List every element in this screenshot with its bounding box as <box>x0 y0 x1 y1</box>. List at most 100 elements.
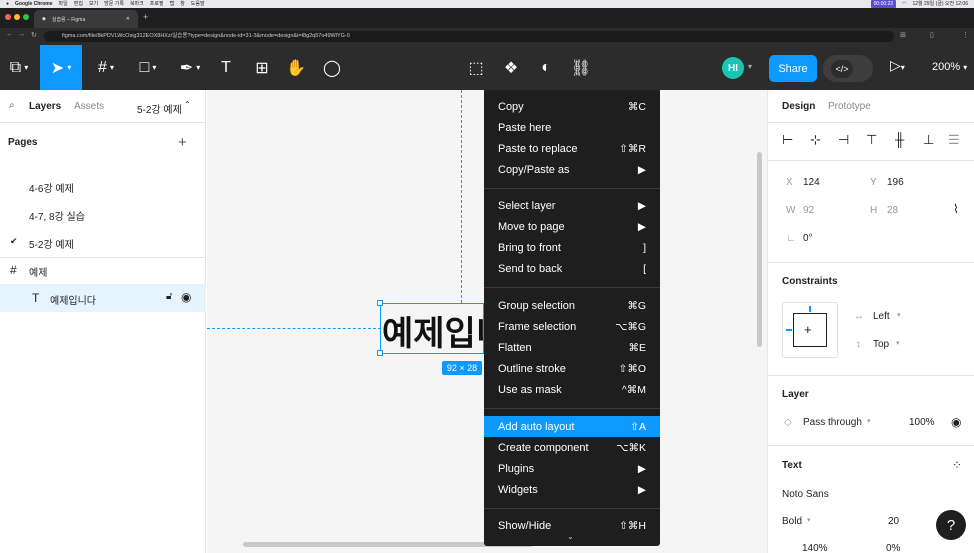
forward-icon[interactable]: → <box>18 31 25 38</box>
menu-item-create-component[interactable]: Create component ⌥⌘K <box>484 437 660 458</box>
extensions-icon[interactable]: ⊞ <box>900 31 906 39</box>
font-size-input[interactable]: 20 <box>888 516 899 527</box>
rotation-input[interactable]: 0° <box>803 233 813 244</box>
tab-layers[interactable]: Layers <box>29 101 61 112</box>
opacity-input[interactable]: 100% <box>909 417 935 428</box>
share-button[interactable]: Share <box>769 55 817 82</box>
present-button[interactable]: ▷▾ <box>890 57 905 74</box>
sidebar-icon[interactable]: ▯ <box>930 31 934 39</box>
tab-assets[interactable]: Assets <box>74 101 104 112</box>
menu-view[interactable]: 보기 <box>89 0 98 8</box>
tab-prototype[interactable]: Prototype <box>828 101 871 112</box>
menu-item-paste-to-replace[interactable]: Paste to replace ⇧⌘R <box>484 138 660 159</box>
menu-edit[interactable]: 편집 <box>74 0 83 8</box>
app-name[interactable]: Google Chrome <box>15 0 53 8</box>
eye-icon[interactable]: ◉ <box>951 415 961 429</box>
constraint-top-indicator[interactable] <box>809 306 811 312</box>
reload-icon[interactable]: ↻ <box>31 31 37 39</box>
y-input[interactable]: 196 <box>887 177 904 188</box>
text-tool-button[interactable]: T <box>214 45 238 90</box>
vertical-scrollbar[interactable] <box>757 152 762 347</box>
page-item-current[interactable]: 5-2강 예제 <box>29 236 74 251</box>
back-icon[interactable]: ← <box>6 31 13 38</box>
browser-tab[interactable]: ◆ 실습용 – Figma ✕ <box>34 10 138 28</box>
constraint-left-indicator[interactable] <box>786 329 792 331</box>
create-component-button[interactable]: ❖ <box>499 45 523 90</box>
resize-handle[interactable] <box>377 300 383 306</box>
apple-icon[interactable]: ● <box>6 0 9 8</box>
font-weight-select[interactable]: Bold <box>782 516 802 527</box>
recording-timer[interactable]: 00:00:22 <box>870 0 897 8</box>
align-right-icon[interactable]: ⊣ <box>838 132 849 148</box>
menu-profile[interactable]: 프로필 <box>150 0 164 8</box>
menu-item-outline-stroke[interactable]: Outline stroke ⇧⌘O <box>484 358 660 379</box>
menu-item-copy[interactable]: Copy ⌘C <box>484 96 660 117</box>
browser-menu-icon[interactable]: ⋮ <box>962 31 969 39</box>
resize-handle[interactable] <box>377 350 383 356</box>
letter-spacing-input[interactable]: 0% <box>886 543 900 553</box>
add-page-icon[interactable]: + <box>178 134 187 151</box>
menu-item-add-auto-layout[interactable]: Add auto layout ⇧A <box>484 416 660 437</box>
page-item[interactable]: 4-7, 8강 실습 <box>29 208 85 223</box>
minimize-window-icon[interactable] <box>14 14 20 20</box>
menu-tab[interactable]: 탭 <box>170 0 175 8</box>
menu-item-flatten[interactable]: Flatten ⌘E <box>484 337 660 358</box>
line-height-input[interactable]: 140% <box>802 543 828 553</box>
frame-selection-button[interactable]: ⬚ <box>464 45 488 90</box>
h-input[interactable]: 28 <box>887 205 898 216</box>
url-bar[interactable]: figma.com/file/8kPDVLWcOsig312EOX8HXz/실습… <box>44 31 894 42</box>
clock[interactable]: 12월 29일 (금) 오전 12:06 <box>912 0 968 8</box>
maximize-window-icon[interactable] <box>23 14 29 20</box>
menu-item-send-to-back[interactable]: Send to back [ <box>484 258 660 279</box>
constrain-proportions-icon[interactable]: ⌇ <box>953 202 959 216</box>
font-family-select[interactable]: Noto Sans <box>782 489 829 500</box>
close-window-icon[interactable] <box>5 14 11 20</box>
menu-item-group-selection[interactable]: Group selection ⌘G <box>484 295 660 316</box>
dev-mode-toggle[interactable]: </> <box>823 55 873 82</box>
align-center-h-icon[interactable]: ⊹ <box>810 132 821 148</box>
wifi-icon[interactable]: ◠ <box>902 0 906 8</box>
unlock-icon[interactable]: 🔓︎ <box>166 291 172 302</box>
x-input[interactable]: 124 <box>803 177 820 188</box>
new-tab-icon[interactable]: + <box>143 12 148 22</box>
pen-tool-button[interactable]: ✒ ▾ <box>172 45 208 90</box>
constraint-horizontal-select[interactable]: Left <box>873 311 890 322</box>
align-left-icon[interactable]: ⊢ <box>782 132 793 148</box>
zoom-menu[interactable]: 200% ▾ <box>932 61 967 73</box>
frame-tool-button[interactable]: # ▾ <box>88 45 124 90</box>
chevron-down-icon[interactable]: ▾ <box>748 62 752 71</box>
canvas-text[interactable]: 예제입니다 <box>382 306 483 353</box>
resources-button[interactable]: ⊞ <box>250 45 274 90</box>
scroll-down-icon[interactable]: ⌄ <box>567 532 574 541</box>
constraints-widget[interactable]: + <box>782 302 838 358</box>
menu-item-use-as-mask[interactable]: Use as mask ^⌘M <box>484 379 660 400</box>
align-center-v-icon[interactable]: ╫ <box>895 132 904 147</box>
tab-design[interactable]: Design <box>782 101 815 112</box>
menu-item-plugins[interactable]: Plugins ▶ <box>484 458 660 479</box>
align-top-icon[interactable]: ⊤ <box>866 132 877 148</box>
mask-button[interactable]: ◐ <box>534 45 558 90</box>
menu-item-widgets[interactable]: Widgets ▶ <box>484 479 660 500</box>
layer-frame[interactable]: 예제 <box>29 264 47 279</box>
layer-text[interactable]: 예제입니다 <box>50 292 96 307</box>
menu-help[interactable]: 도움말 <box>191 0 205 8</box>
menu-item-paste-here[interactable]: Paste here <box>484 117 660 138</box>
menu-window[interactable]: 창 <box>180 0 185 8</box>
menu-file[interactable]: 파일 <box>59 0 68 8</box>
blend-mode-select[interactable]: Pass through <box>803 417 862 428</box>
menu-bookmarks[interactable]: 북마크 <box>130 0 144 8</box>
main-menu-button[interactable]: ⧉ ▾ <box>0 45 38 90</box>
menu-item-move-to-page[interactable]: Move to page ▶ <box>484 216 660 237</box>
menu-item-bring-to-front[interactable]: Bring to front] <box>484 237 660 258</box>
chevron-up-icon[interactable]: ⌃ <box>184 100 191 109</box>
search-icon[interactable]: ⌕ <box>9 100 15 111</box>
comment-tool-button[interactable]: ◯ <box>320 45 344 90</box>
distribute-icon[interactable]: ☰ <box>948 132 960 148</box>
menu-item-frame-selection[interactable]: Frame selection ⌥⌘G <box>484 316 660 337</box>
menu-item-copy-paste-as[interactable]: Copy/Paste as ▶ <box>484 159 660 180</box>
eye-icon[interactable]: ◉ <box>181 290 191 304</box>
page-item[interactable]: 4-6강 예제 <box>29 180 74 195</box>
selection-box[interactable]: 예제입니다 <box>380 303 484 354</box>
w-input[interactable]: 92 <box>803 205 814 216</box>
move-tool-button[interactable]: ➤ ▾ <box>40 45 82 90</box>
